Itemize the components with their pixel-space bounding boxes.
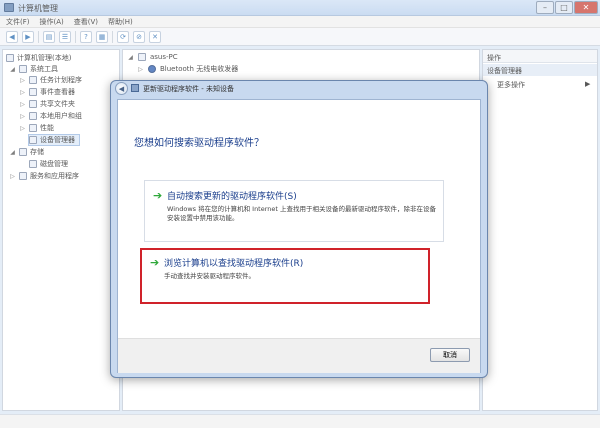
option-title: 浏览计算机以查找驱动程序软件(R)	[164, 259, 304, 269]
back-arrow-icon[interactable]: ◀	[115, 82, 128, 95]
dialog-title: 更新驱动程序软件 - 未知设备	[143, 85, 234, 93]
dialog-footer: 取消	[118, 338, 480, 373]
dialog-content: 您想如何搜索驱动程序软件？ ➔ 自动搜索更新的驱动程序软件(S) Windows…	[117, 99, 481, 373]
browse-computer-option[interactable]: ➔ 浏览计算机以查找驱动程序软件(R) 手动查找并安装驱动程序软件。	[140, 248, 430, 304]
cancel-button[interactable]: 取消	[430, 348, 470, 362]
green-arrow-icon: ➔	[153, 189, 163, 202]
option-description: Windows 将在您的计算机和 Internet 上查找用于相关设备的最新驱动…	[167, 205, 437, 222]
option-description: 手动查找并安装驱动程序软件。	[164, 272, 255, 280]
auto-search-option[interactable]: ➔ 自动搜索更新的驱动程序软件(S) Windows 将在您的计算机和 Inte…	[144, 180, 444, 242]
green-arrow-icon: ➔	[150, 256, 160, 269]
update-driver-dialog: ◀ 更新驱动程序软件 - 未知设备 您想如何搜索驱动程序软件？ ➔ 自动搜索更新…	[110, 80, 488, 378]
dialog-question: 您想如何搜索驱动程序软件？	[134, 138, 264, 149]
device-icon	[131, 84, 139, 92]
option-title: 自动搜索更新的驱动程序软件(S)	[167, 192, 297, 202]
